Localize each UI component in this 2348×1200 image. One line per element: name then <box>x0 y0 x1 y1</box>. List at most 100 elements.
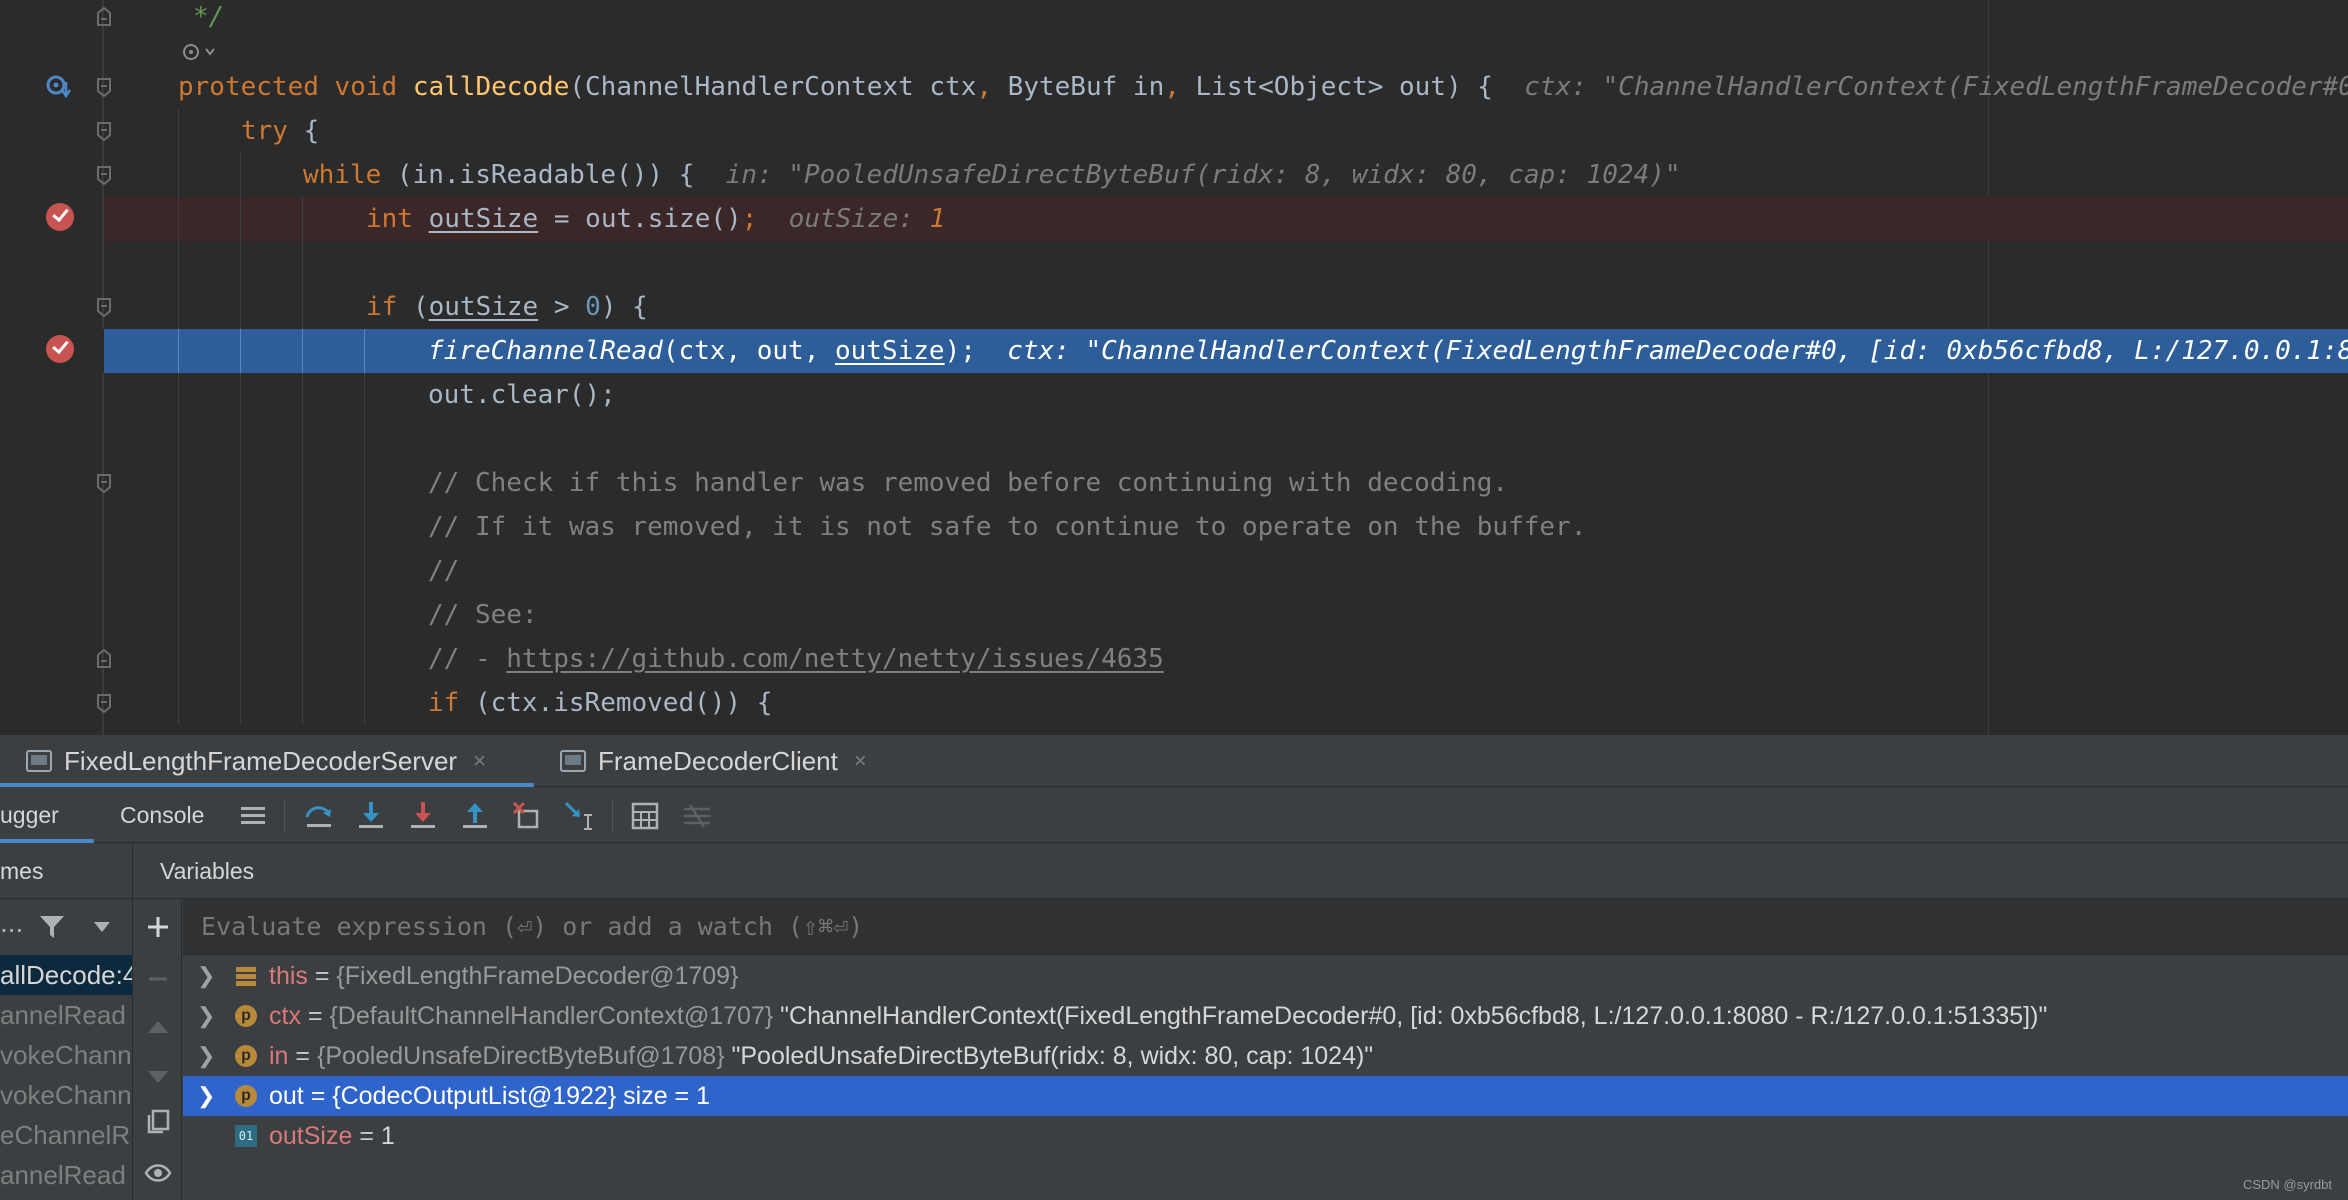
close-icon[interactable]: × <box>473 748 486 774</box>
primitive-icon: 01 <box>235 1125 257 1147</box>
code-line-execution-point[interactable]: fireChannelRead(ctx, out, outSize); ctx:… <box>104 329 2348 373</box>
variables-title: Variables <box>160 858 255 884</box>
variable-row-this[interactable]: ❯ this = {FixedLengthFrameDecoder@1709} <box>183 956 2348 996</box>
code-line-comment[interactable]: // See: <box>0 593 2348 637</box>
move-up-icon[interactable] <box>144 1013 172 1041</box>
parameter-icon: p <box>235 1005 257 1027</box>
frame-item[interactable]: annelRead <box>0 995 132 1035</box>
comment-with-link: // - https://github.com/netty/netty/issu… <box>428 644 1164 674</box>
fold-end-icon[interactable] <box>96 7 112 27</box>
code-line-blank[interactable] <box>0 241 2348 285</box>
frame-item[interactable]: vokeChann <box>0 1075 132 1115</box>
inlay-hints-icon <box>183 44 215 60</box>
variable-text: ctx = {DefaultChannelHandlerContext@1707… <box>269 1002 2048 1030</box>
inline-value-hint: ctx: "ChannelHandlerContext(FixedLengthF… <box>1007 336 2348 366</box>
evaluate-expression-input[interactable]: Evaluate expression (⏎) or add a watch (… <box>183 899 2348 955</box>
code-line-comment[interactable]: // <box>0 549 2348 593</box>
fold-start-icon[interactable] <box>96 297 112 317</box>
inline-value-hint: in: "PooledUnsafeDirectByteBuf(ridx: 8, … <box>725 160 1681 190</box>
trace-stream-icon[interactable] <box>680 799 714 833</box>
watch-placeholder: Evaluate expression (⏎) or add a watch (… <box>201 912 864 941</box>
code-line-method-signature[interactable]: protected void callDecode(ChannelHandler… <box>0 65 2348 109</box>
parameter-icon: p <box>235 1085 257 1107</box>
frame-item[interactable]: vokeChann <box>0 1035 132 1075</box>
code-line-out-clear[interactable]: out.clear(); <box>0 373 2348 417</box>
code-line-while[interactable]: while (in.isReadable()) { in: "PooledUns… <box>0 153 2348 197</box>
inlay-settings[interactable] <box>180 40 220 64</box>
step-over-icon[interactable] <box>302 799 336 833</box>
frames-toolbar: ... <box>0 899 133 955</box>
chevron-down-icon[interactable] <box>92 919 112 935</box>
variable-text: this = {FixedLengthFrameDecoder@1709} <box>269 962 739 990</box>
variables-tree[interactable]: ❯ this = {FixedLengthFrameDecoder@1709} … <box>183 956 2348 1200</box>
fold-end-icon[interactable] <box>96 649 112 669</box>
outsize-declaration: int outSize = out.size(); outSize: 1 <box>366 204 946 234</box>
tab-console[interactable]: Console <box>120 787 204 843</box>
fire-channel-read-call: fireChannelRead(ctx, out, outSize); ctx:… <box>428 329 2348 373</box>
threads-dropdown[interactable]: ... <box>0 907 23 939</box>
chevron-right-icon[interactable]: ❯ <box>197 956 215 996</box>
run-to-cursor-icon[interactable] <box>562 799 596 833</box>
force-step-into-icon[interactable] <box>406 799 440 833</box>
copy-icon[interactable] <box>144 1107 172 1135</box>
tab-fixed-length-server[interactable]: FixedLengthFrameDecoderServer × <box>26 735 486 787</box>
frame-item[interactable]: allDecode:4 <box>0 955 132 995</box>
tab-frame-decoder-client[interactable]: FrameDecoderClient × <box>560 735 867 787</box>
filter-icon[interactable] <box>38 913 66 941</box>
try-statement: try { <box>241 116 320 146</box>
run-configuration-tabs: FixedLengthFrameDecoderServer × FrameDec… <box>0 735 2348 787</box>
code-line-comment[interactable]: // Check if this handler was removed bef… <box>0 461 2348 505</box>
frame-item[interactable]: eChannelR <box>0 1115 132 1155</box>
comment-text: // <box>428 556 460 586</box>
breakpoint-icon[interactable] <box>46 335 74 363</box>
tab-debugger[interactable]: ugger <box>0 787 59 843</box>
chevron-right-icon[interactable]: ❯ <box>197 1036 215 1076</box>
comment-text: // If it was removed, it is not safe to … <box>428 512 1587 542</box>
override-method-icon[interactable] <box>44 72 74 102</box>
fold-start-icon[interactable] <box>96 473 112 493</box>
code-line-outsize-breakpoint[interactable]: int outSize = out.size(); outSize: 1 <box>104 197 2348 241</box>
if-removed-statement: if (ctx.isRemoved()) { <box>428 688 773 718</box>
layout-menu-icon[interactable] <box>236 799 270 833</box>
variable-row-ctx[interactable]: ❯ p ctx = {DefaultChannelHandlerContext@… <box>183 996 2348 1036</box>
step-out-icon[interactable] <box>458 799 492 833</box>
add-watch-icon[interactable] <box>144 913 172 941</box>
fold-start-icon[interactable] <box>96 693 112 713</box>
inline-value-hint: ctx: "ChannelHandlerContext(FixedLengthF… <box>1524 72 2348 102</box>
parameter-icon: p <box>235 1045 257 1067</box>
field-icon <box>236 967 256 986</box>
code-line-if-outsize[interactable]: if (outSize > 0) { <box>0 285 2348 329</box>
code-line-comment-link[interactable]: // - https://github.com/netty/netty/issu… <box>0 637 2348 681</box>
variable-row-out[interactable]: ❯ p out = {CodecOutputList@1922} size = … <box>183 1076 2348 1116</box>
code-line-doc-end[interactable]: */ <box>0 0 2348 39</box>
variable-text: out = {CodecOutputList@1922} size = 1 <box>269 1082 710 1110</box>
code-line-if-removed[interactable]: if (ctx.isRemoved()) { <box>0 681 2348 725</box>
chevron-right-icon[interactable]: ❯ <box>197 1076 215 1116</box>
eye-icon[interactable] <box>144 1159 172 1187</box>
close-icon[interactable]: × <box>854 748 867 774</box>
debug-tool-window: FixedLengthFrameDecoderServer × FrameDec… <box>0 735 2348 1200</box>
code-line-blank[interactable] <box>0 417 2348 461</box>
code-editor[interactable]: */ protected void callDecode(ChannelHand… <box>0 0 2348 735</box>
comment-text: // Check if this handler was removed bef… <box>428 468 1509 498</box>
variable-row-outsize[interactable]: 01 outSize = 1 <box>183 1116 2348 1156</box>
frame-item[interactable]: annelRead <box>0 1155 132 1195</box>
evaluate-expression-icon[interactable] <box>628 799 662 833</box>
tab-label: FixedLengthFrameDecoderServer <box>64 745 458 776</box>
variable-row-in[interactable]: ❯ p in = {PooledUnsafeDirectByteBuf@1708… <box>183 1036 2348 1076</box>
move-down-icon[interactable] <box>144 1063 172 1091</box>
debugger-toolbar: ugger Console <box>0 787 2348 843</box>
drop-frame-icon[interactable] <box>510 799 544 833</box>
frames-list[interactable]: allDecode:4 annelRead vokeChann vokeChan… <box>0 955 133 1200</box>
code-line-comment[interactable]: // If it was removed, it is not safe to … <box>0 505 2348 549</box>
fold-start-icon[interactable] <box>96 77 112 97</box>
fold-start-icon[interactable] <box>96 121 112 141</box>
code-line-try[interactable]: try { <box>0 109 2348 153</box>
remove-watch-icon[interactable] <box>144 965 172 993</box>
step-into-icon[interactable] <box>354 799 388 833</box>
chevron-right-icon[interactable]: ❯ <box>197 996 215 1036</box>
variable-text: in = {PooledUnsafeDirectByteBuf@1708} "P… <box>269 1042 1374 1070</box>
fold-start-icon[interactable] <box>96 165 112 185</box>
issue-link[interactable]: https://github.com/netty/netty/issues/46… <box>506 644 1163 674</box>
breakpoint-icon[interactable] <box>46 203 74 231</box>
